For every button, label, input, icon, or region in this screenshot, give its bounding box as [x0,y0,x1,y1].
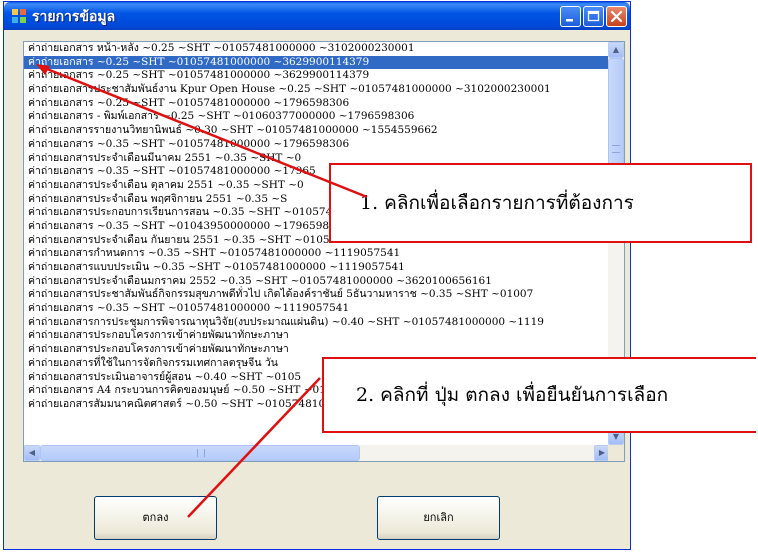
arrow-to-ok-button [187,377,321,518]
arrow-to-list-item [41,65,368,199]
arrowhead-icon [36,64,50,75]
annotation-arrows [36,64,368,518]
